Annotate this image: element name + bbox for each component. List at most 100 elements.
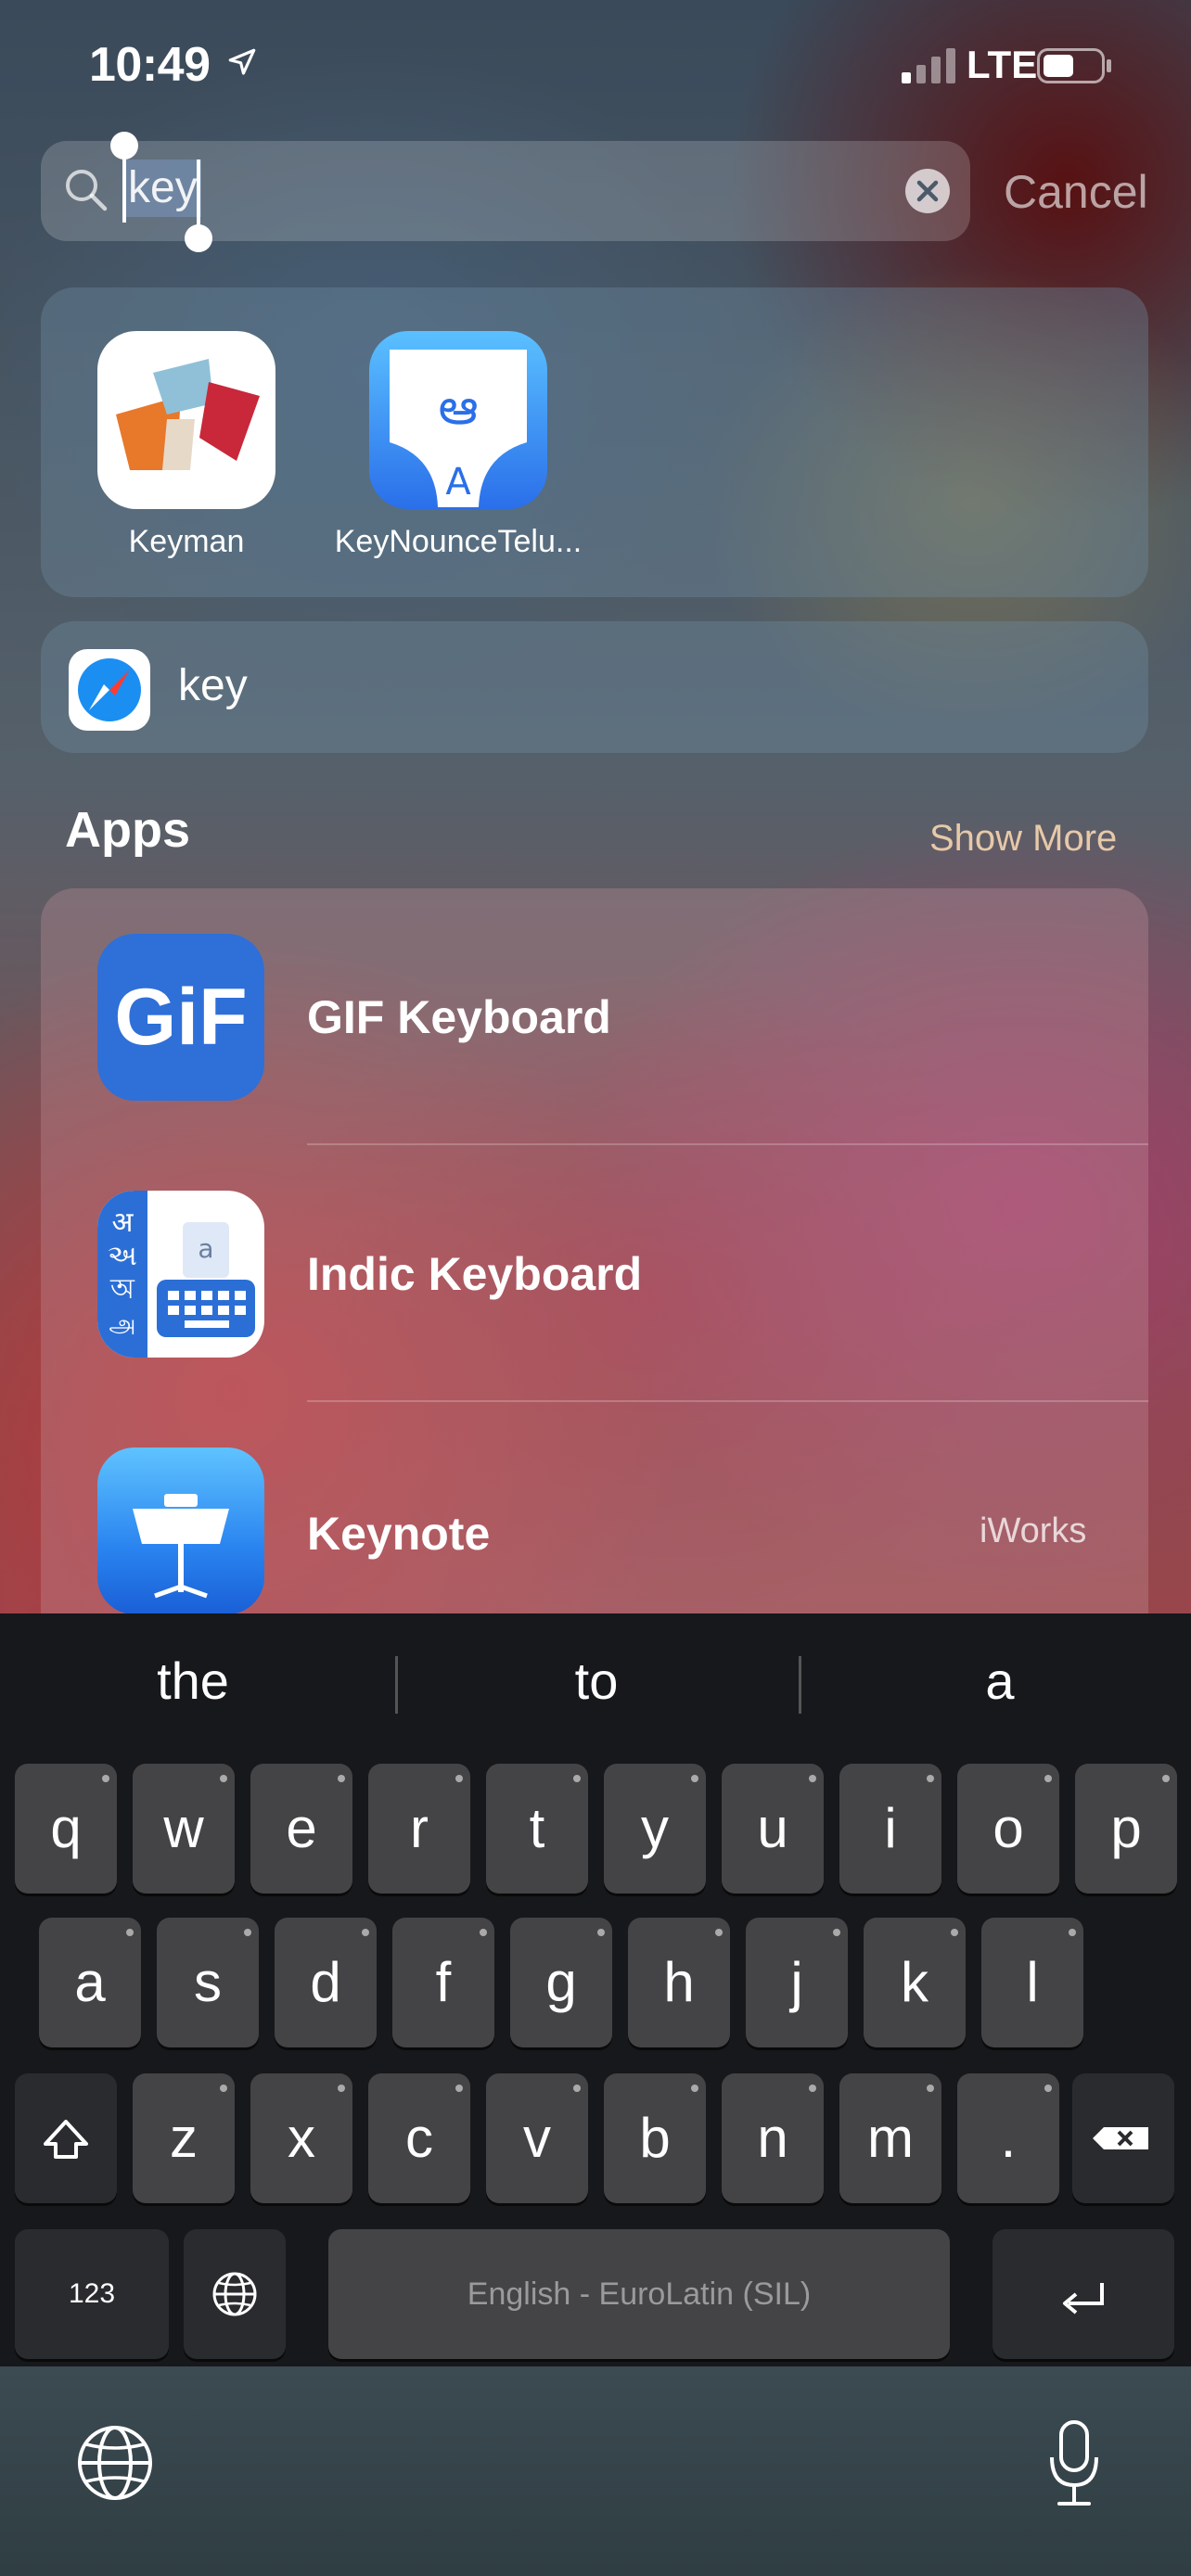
key-a[interactable]: a <box>39 1918 141 2047</box>
key-n[interactable]: n <box>722 2073 824 2203</box>
key-l[interactable]: l <box>981 1918 1083 2047</box>
key-accent-indicator <box>691 1775 698 1782</box>
space-bar[interactable]: English - EuroLatin (SIL) <box>328 2229 950 2359</box>
key-label: t <box>529 1797 545 1859</box>
key-label: h <box>663 1951 695 2013</box>
indic-keyboard-app-icon: अ અ অ அ a <box>97 1191 264 1358</box>
key-label: p <box>1110 1797 1142 1859</box>
key-p[interactable]: p <box>1075 1764 1177 1894</box>
key-i[interactable]: i <box>839 1764 941 1894</box>
prediction-2[interactable]: to <box>420 1651 773 1711</box>
prediction-divider <box>395 1656 398 1714</box>
key-label: i <box>884 1797 897 1859</box>
selection-start-knob[interactable] <box>110 132 138 159</box>
key-accent-indicator <box>597 1929 605 1936</box>
key-d[interactable]: d <box>275 1918 377 2047</box>
microphone-icon[interactable] <box>1046 2420 1102 2509</box>
key-c[interactable]: c <box>368 2073 470 2203</box>
key-x[interactable]: x <box>250 2073 352 2203</box>
key-label: w <box>163 1797 204 1859</box>
network-type: LTE <box>967 43 1038 86</box>
prediction-divider <box>799 1656 801 1714</box>
keynounce-telugu-app-icon[interactable]: ఆ A <box>369 331 547 509</box>
key-accent-indicator <box>244 1929 251 1936</box>
prediction-1[interactable]: the <box>17 1651 369 1711</box>
key-accent-indicator <box>362 1929 369 1936</box>
key-r[interactable]: r <box>368 1764 470 1894</box>
cellular-signal-icon <box>902 48 955 83</box>
list-divider <box>307 1143 1148 1145</box>
key-accent-indicator <box>1044 2085 1052 2092</box>
key-s[interactable]: s <box>157 1918 259 2047</box>
safari-icon <box>69 649 150 731</box>
key-f[interactable]: f <box>392 1918 494 2047</box>
numbers-key[interactable]: 123 <box>15 2229 169 2359</box>
shift-key[interactable] <box>15 2073 117 2203</box>
key-period[interactable]: . <box>957 2073 1059 2203</box>
search-input[interactable]: key <box>124 159 201 217</box>
svg-text:அ: அ <box>109 1310 136 1338</box>
key-label: a <box>74 1951 106 2013</box>
key-v[interactable]: v <box>486 2073 588 2203</box>
svg-text:A: A <box>445 461 471 504</box>
keyboard-bottom-bar <box>0 2366 1191 2576</box>
cancel-button[interactable]: Cancel <box>1004 165 1148 219</box>
selection-start-handle[interactable] <box>122 156 126 223</box>
return-key[interactable] <box>992 2229 1174 2359</box>
key-y[interactable]: y <box>604 1764 706 1894</box>
key-label: k <box>901 1951 928 2013</box>
selection-end-handle[interactable] <box>197 159 200 234</box>
key-label: q <box>50 1797 82 1859</box>
key-label: l <box>1026 1951 1039 2013</box>
key-accent-indicator <box>102 1775 109 1782</box>
key-accent-indicator <box>1044 1775 1052 1782</box>
key-accent-indicator <box>809 2085 816 2092</box>
globe-icon[interactable] <box>76 2424 154 2502</box>
top-hit-label: KeyNounceTelu... <box>334 524 583 559</box>
gif-keyboard-app-icon: GiF <box>97 934 264 1101</box>
key-label: j <box>790 1951 803 2013</box>
key-label: v <box>523 2107 551 2169</box>
globe-key[interactable] <box>184 2229 286 2359</box>
key-accent-indicator <box>338 2085 345 2092</box>
app-name: Keynote <box>307 1508 491 1560</box>
key-k[interactable]: k <box>864 1918 966 2047</box>
key-label: f <box>435 1951 452 2013</box>
app-category: iWorks <box>980 1511 1087 1550</box>
key-g[interactable]: g <box>510 1918 612 2047</box>
key-accent-indicator <box>927 2085 934 2092</box>
key-w[interactable]: w <box>133 1764 235 1894</box>
top-hit-label: Keyman <box>128 524 245 559</box>
key-label: e <box>286 1797 317 1859</box>
key-t[interactable]: t <box>486 1764 588 1894</box>
key-label: d <box>310 1951 341 2013</box>
keyman-app-icon[interactable] <box>97 331 275 509</box>
gif-icon-text: GiF <box>114 973 248 1062</box>
backspace-icon <box>1093 2127 1148 2149</box>
key-accent-indicator <box>455 1775 463 1782</box>
key-label: y <box>641 1797 669 1859</box>
key-o[interactable]: o <box>957 1764 1059 1894</box>
key-m[interactable]: m <box>839 2073 941 2203</box>
key-accent-indicator <box>455 2085 463 2092</box>
key-e[interactable]: e <box>250 1764 352 1894</box>
key-label: g <box>545 1951 577 2013</box>
key-label: x <box>288 2107 315 2169</box>
key-h[interactable]: h <box>628 1918 730 2047</box>
delete-key[interactable] <box>1072 2073 1174 2203</box>
keynote-app-icon <box>97 1447 264 1614</box>
key-j[interactable]: j <box>746 1918 848 2047</box>
key-accent-indicator <box>809 1775 816 1782</box>
key-q[interactable]: q <box>15 1764 117 1894</box>
svg-text:a: a <box>198 1233 213 1264</box>
key-u[interactable]: u <box>722 1764 824 1894</box>
globe-icon <box>212 2272 257 2316</box>
svg-text:অ: অ <box>109 1273 135 1306</box>
key-z[interactable]: z <box>133 2073 235 2203</box>
prediction-3[interactable]: a <box>824 1651 1176 1711</box>
clear-text-icon[interactable] <box>904 168 951 214</box>
selection-end-knob[interactable] <box>185 224 212 252</box>
key-label: r <box>410 1797 429 1859</box>
key-b[interactable]: b <box>604 2073 706 2203</box>
show-more-button[interactable]: Show More <box>929 818 1117 860</box>
